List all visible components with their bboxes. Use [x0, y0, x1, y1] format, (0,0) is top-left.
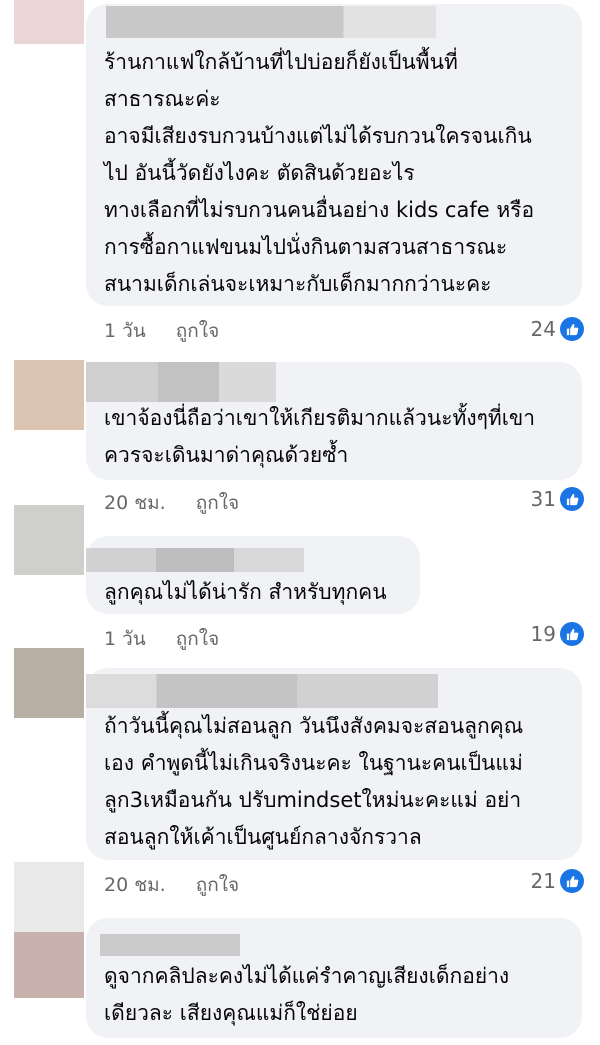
- comment-time[interactable]: 20 ชม.: [104, 870, 166, 900]
- commenter-name-redacted[interactable]: [86, 548, 304, 572]
- comment-text: ถ้าวันนี้คุณไม่สอนลูก วันนึงสังคมจะสอนลู…: [104, 714, 524, 849]
- reaction-number: 31: [530, 487, 556, 511]
- reaction-count[interactable]: 24: [531, 314, 584, 344]
- like-icon: [560, 622, 584, 646]
- reaction-count[interactable]: 19: [531, 619, 584, 649]
- comment-meta: 1 วัน ถูกใจ: [104, 316, 219, 346]
- comment-meta: 1 วัน ถูกใจ: [104, 624, 219, 654]
- reaction-number: 24: [530, 317, 556, 341]
- comment-time[interactable]: 20 ชม.: [104, 488, 166, 518]
- comment-bubble: เขาจ้องนี่ถือว่าเขาให้เกียรติมากแล้วนะทั…: [86, 362, 582, 480]
- like-icon: [560, 487, 584, 511]
- reaction-count[interactable]: 21: [531, 866, 584, 896]
- comment-bubble: ลูกคุณไม่ได้น่ารัก สำหรับทุกคน: [86, 536, 420, 614]
- like-icon: [560, 869, 584, 893]
- avatar[interactable]: [14, 648, 84, 718]
- like-button[interactable]: ถูกใจ: [176, 624, 219, 654]
- like-icon: [560, 317, 584, 341]
- avatar[interactable]: [14, 505, 84, 575]
- comment-bubble: ร้านกาแฟใกล้บ้านที่ไปบ่อยก็ยังเป็นพื้นที…: [86, 4, 582, 306]
- comment-bubble: ถ้าวันนี้คุณไม่สอนลูก วันนึงสังคมจะสอนลู…: [86, 668, 582, 860]
- like-button[interactable]: ถูกใจ: [176, 316, 219, 346]
- commenter-name-redacted[interactable]: [100, 934, 240, 956]
- avatar[interactable]: [14, 360, 84, 430]
- comment-meta: 20 ชม. ถูกใจ: [104, 870, 239, 900]
- comment-text: เขาจ้องนี่ถือว่าเขาให้เกียรติมากแล้วนะทั…: [104, 406, 536, 467]
- like-button[interactable]: ถูกใจ: [196, 488, 239, 518]
- comment-meta: 20 ชม. ถูกใจ: [104, 488, 239, 518]
- like-button[interactable]: ถูกใจ: [196, 870, 239, 900]
- comment-text: ลูกคุณไม่ได้น่ารัก สำหรับทุกคน: [104, 580, 387, 604]
- commenter-name-redacted[interactable]: [106, 6, 436, 38]
- avatar[interactable]: [14, 932, 84, 998]
- comment-bubble: ดูจากคลิปละคงไม่ได้แค่รำคาญเสียงเด็กอย่า…: [86, 918, 582, 1038]
- reaction-count[interactable]: 31: [531, 484, 584, 514]
- comment-time[interactable]: 1 วัน: [104, 624, 146, 654]
- avatar[interactable]: [14, 862, 84, 932]
- comment-text: ร้านกาแฟใกล้บ้านที่ไปบ่อยก็ยังเป็นพื้นที…: [104, 50, 535, 296]
- commenter-name-redacted[interactable]: [86, 362, 276, 402]
- comment-time[interactable]: 1 วัน: [104, 316, 146, 346]
- reaction-number: 21: [530, 869, 556, 893]
- commenter-name-redacted[interactable]: [86, 674, 438, 708]
- comment-text: ดูจากคลิปละคงไม่ได้แค่รำคาญเสียงเด็กอย่า…: [104, 964, 510, 1025]
- avatar[interactable]: [14, 0, 84, 44]
- reaction-number: 19: [530, 622, 556, 646]
